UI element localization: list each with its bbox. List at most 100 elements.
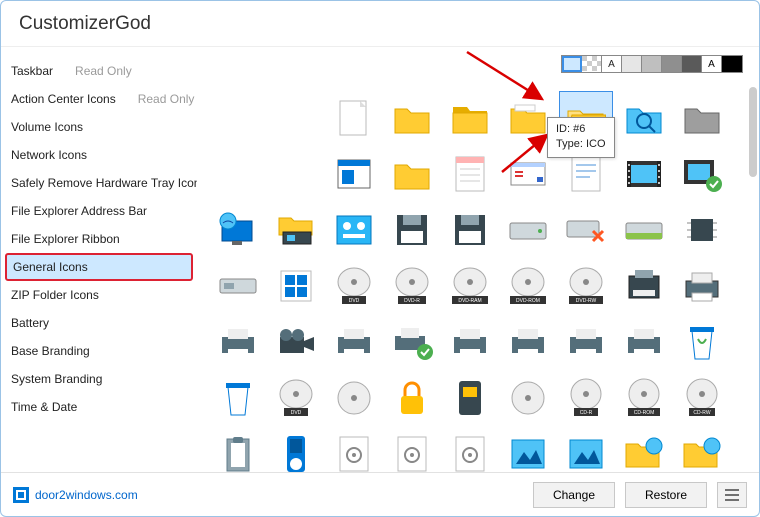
- icon-folder-yellow-4[interactable]: [385, 147, 439, 201]
- icon-notepad[interactable]: [443, 147, 497, 201]
- sidebar-item-label: Taskbar: [11, 64, 53, 78]
- svg-text:DVD-ROM: DVD-ROM: [516, 298, 540, 304]
- svg-text:CD-R: CD-R: [580, 410, 593, 416]
- sidebar-item-system-branding[interactable]: System Branding: [1, 365, 197, 393]
- sidebar-item-network-icons[interactable]: Network Icons: [1, 141, 197, 169]
- sidebar-item-base-branding[interactable]: Base Branding: [1, 337, 197, 365]
- icon-drive-flat[interactable]: [211, 259, 265, 313]
- scrollbar-thumb[interactable]: [749, 87, 757, 177]
- icon-program-window[interactable]: [327, 147, 381, 201]
- icon-printer-2[interactable]: [211, 315, 265, 369]
- icon-chip[interactable]: [675, 203, 729, 257]
- icon-clipboard[interactable]: [211, 427, 265, 472]
- sidebar: Taskbar Read Only Action Center Icons Re…: [1, 47, 197, 472]
- icon-smartcard[interactable]: [443, 371, 497, 425]
- main-panel: A A: [197, 47, 759, 472]
- background-swatches: A A: [561, 55, 743, 73]
- icon-cd-r[interactable]: CD-R: [559, 371, 613, 425]
- sidebar-item-file-explorer-address-bar[interactable]: File Explorer Address Bar: [1, 197, 197, 225]
- app-window: CustomizerGod Taskbar Read Only Action C…: [0, 0, 760, 517]
- icon-camcorder[interactable]: [269, 315, 323, 369]
- icon-blank-document[interactable]: [327, 91, 381, 145]
- swatch-white-a2[interactable]: A: [702, 56, 722, 72]
- annotation-arrow-1: [457, 47, 557, 107]
- icon-control-panel[interactable]: [327, 203, 381, 257]
- icon-dvd-ram[interactable]: DVD-RAM: [443, 259, 497, 313]
- icon-printer-1[interactable]: [675, 259, 729, 313]
- icon-win-tile[interactable]: [269, 259, 323, 313]
- swatch-transparent[interactable]: [582, 56, 602, 72]
- icon-folder-yellow-1[interactable]: [385, 91, 439, 145]
- icon-cd-rw[interactable]: CD-RW: [675, 371, 729, 425]
- swatch-black[interactable]: [722, 56, 742, 72]
- icon-recycle-bin-full[interactable]: [675, 315, 729, 369]
- icon-printer-6[interactable]: [559, 315, 613, 369]
- icon-video[interactable]: [617, 147, 671, 201]
- swatch-grey1[interactable]: [622, 56, 642, 72]
- icon-printer-check[interactable]: [385, 315, 439, 369]
- icon-dvd-rom[interactable]: DVD-ROM: [501, 259, 555, 313]
- icon-printer-4[interactable]: [443, 315, 497, 369]
- app-title: CustomizerGod: [19, 13, 151, 35]
- icon-video-check[interactable]: [675, 147, 729, 201]
- hamburger-icon: [725, 489, 739, 501]
- icon-monitor-globe[interactable]: [211, 203, 265, 257]
- icon-disc-2[interactable]: [501, 371, 555, 425]
- sidebar-item-safely-remove-hardware[interactable]: Safely Remove Hardware Tray Icon: [1, 169, 197, 197]
- icon-floppy-1[interactable]: [385, 203, 439, 257]
- swatch-grey3[interactable]: [662, 56, 682, 72]
- swatch-grey4[interactable]: [682, 56, 702, 72]
- icon-dvd-label[interactable]: DVD: [269, 371, 323, 425]
- sidebar-item-taskbar[interactable]: Taskbar Read Only: [1, 57, 197, 85]
- icon-mp3-player[interactable]: [269, 427, 323, 472]
- icon-picture-1[interactable]: [501, 427, 555, 472]
- icon-dvd-rw[interactable]: DVD-RW: [559, 259, 613, 313]
- website-link[interactable]: door2windows.com: [13, 487, 138, 503]
- icon-folder-device[interactable]: [269, 203, 323, 257]
- icon-dvd-1[interactable]: DVD: [327, 259, 381, 313]
- sidebar-item-volume-icons[interactable]: Volume Icons: [1, 113, 197, 141]
- swatch-lightblue[interactable]: [562, 56, 582, 72]
- sidebar-item-time-and-date[interactable]: Time & Date: [1, 393, 197, 421]
- icon-grid: DVD DVD-R DVD-RAM DVD-ROM DVD-RW: [197, 77, 747, 472]
- icon-printer-5[interactable]: [501, 315, 555, 369]
- icon-folder-search[interactable]: [617, 91, 671, 145]
- swatch-white-a[interactable]: A: [602, 56, 622, 72]
- sidebar-item-action-center-icons[interactable]: Action Center Icons Read Only: [1, 85, 197, 113]
- icon-settings-doc-3[interactable]: [443, 427, 497, 472]
- icon-settings-doc-2[interactable]: [385, 427, 439, 472]
- icon-folder-globe-1[interactable]: [617, 427, 671, 472]
- menu-button[interactable]: [717, 482, 747, 508]
- svg-text:DVD-RAM: DVD-RAM: [458, 298, 481, 304]
- icon-picture-2[interactable]: [559, 427, 613, 472]
- icon-cd-rom[interactable]: CD-ROM: [617, 371, 671, 425]
- sidebar-item-label: Volume Icons: [11, 120, 83, 134]
- icon-dvd-r[interactable]: DVD-R: [385, 259, 439, 313]
- sidebar-item-zip-folder-icons[interactable]: ZIP Folder Icons: [1, 281, 197, 309]
- icon-drive-grey[interactable]: [501, 203, 555, 257]
- sidebar-item-general-icons[interactable]: General Icons: [5, 253, 193, 281]
- icon-removable-drive[interactable]: [617, 259, 671, 313]
- icon-recycle-bin-empty[interactable]: [211, 371, 265, 425]
- icon-settings-doc-1[interactable]: [327, 427, 381, 472]
- icon-printer-7[interactable]: [617, 315, 671, 369]
- icon-printer-3[interactable]: [327, 315, 381, 369]
- icon-drive-green[interactable]: [617, 203, 671, 257]
- icon-drive-x[interactable]: [559, 203, 613, 257]
- icon-floppy-2[interactable]: [443, 203, 497, 257]
- swatch-grey2[interactable]: [642, 56, 662, 72]
- icon-tooltip: ID: #6 Type: ICO: [547, 117, 615, 158]
- sidebar-item-file-explorer-ribbon[interactable]: File Explorer Ribbon: [1, 225, 197, 253]
- sidebar-item-battery[interactable]: Battery: [1, 309, 197, 337]
- icon-disc-1[interactable]: [327, 371, 381, 425]
- body: Taskbar Read Only Action Center Icons Re…: [1, 47, 759, 472]
- restore-button[interactable]: Restore: [625, 482, 707, 508]
- icon-folder-grey[interactable]: [675, 91, 729, 145]
- icon-lock[interactable]: [385, 371, 439, 425]
- change-button[interactable]: Change: [533, 482, 615, 508]
- icon-folder-globe-2[interactable]: [675, 427, 729, 472]
- titlebar: CustomizerGod: [1, 1, 759, 47]
- sidebar-item-label: System Branding: [11, 372, 102, 386]
- vertical-scrollbar[interactable]: [749, 77, 757, 472]
- sidebar-item-label: Base Branding: [11, 344, 90, 358]
